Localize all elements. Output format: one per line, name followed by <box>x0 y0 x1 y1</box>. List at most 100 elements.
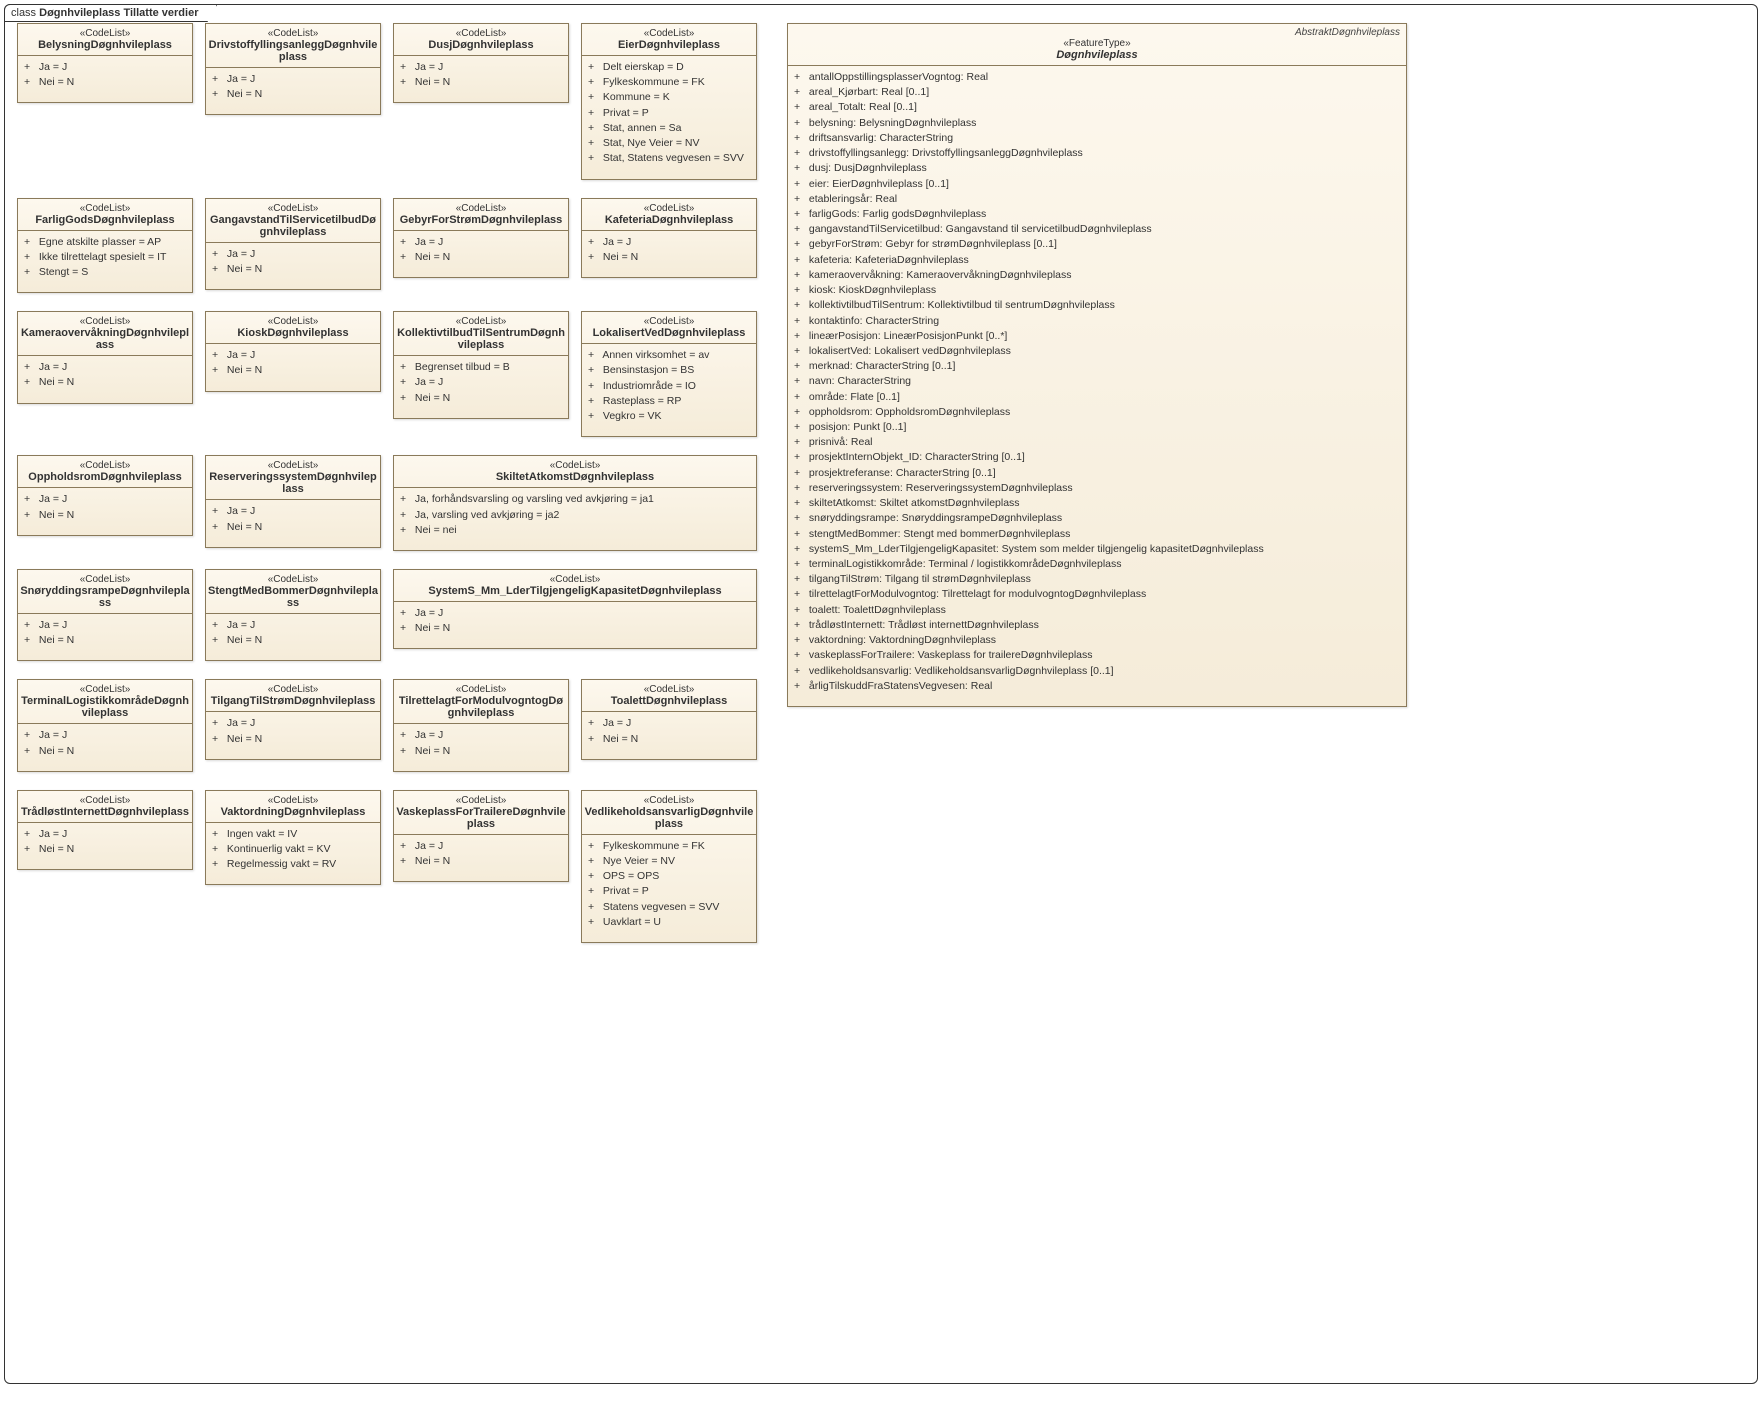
codelist-header: «CodeList»ReserveringssystemDøgnhvilepla… <box>206 456 380 500</box>
codelist-body: Annen virksomhet = avBensinstasjon = BSI… <box>582 344 756 436</box>
codelist-header: «CodeList»DrivstoffyllingsanleggDøgnhvil… <box>206 24 380 68</box>
codelist-box: «CodeList»SnøryddingsrampeDøgnhvileplass… <box>17 569 193 661</box>
class-name: TilgangTilStrømDøgnhvileplass <box>208 695 378 707</box>
stereotype-label: «CodeList» <box>20 684 190 695</box>
codelist-body: Ja = JNei = N <box>206 68 380 114</box>
attribute: Ja = J <box>24 60 186 75</box>
attribute: Ja = J <box>24 618 186 633</box>
feature-attribute: gangavstandTilServicetilbud: Gangavstand… <box>794 222 1400 237</box>
codelist-header: «CodeList»KameraovervåkningDøgnhvileplas… <box>18 312 192 356</box>
codelist-box: «CodeList»TilrettelagtForModulvogntogDøg… <box>393 679 569 771</box>
stereotype-label: «CodeList» <box>208 203 378 214</box>
codelist-box: «CodeList»VaskeplassForTrailereDøgnhvile… <box>393 790 569 882</box>
feature-attribute: driftsansvarlig: CharacterString <box>794 131 1400 146</box>
feature-attribute: eier: EierDøgnhvileplass [0..1] <box>794 177 1400 192</box>
stereotype-label: «CodeList» <box>20 574 190 585</box>
codelist-header: «CodeList»TilgangTilStrømDøgnhvileplass <box>206 680 380 712</box>
class-name: SkiltetAtkomstDøgnhvileplass <box>396 471 754 483</box>
stereotype-label: «CodeList» <box>396 684 566 695</box>
feature-attribute: toalett: ToalettDøgnhvileplass <box>794 603 1400 618</box>
attribute: Nei = N <box>400 854 562 869</box>
feature-attribute: merknad: CharacterString [0..1] <box>794 359 1400 374</box>
codelist-header: «CodeList»TrådløstInternettDøgnhvileplas… <box>18 791 192 823</box>
feature-attribute: lineærPosisjon: LineærPosisjonPunkt [0..… <box>794 329 1400 344</box>
stereotype-label: «CodeList» <box>584 684 754 695</box>
feature-attribute: kafeteria: KafeteriaDøgnhvileplass <box>794 253 1400 268</box>
codelist-box: «CodeList»KollektivtilbudTilSentrumDøgnh… <box>393 311 569 419</box>
feature-attribute: drivstoffyllingsanlegg: Drivstoffyllings… <box>794 146 1400 161</box>
codelist-box: «CodeList»GangavstandTilServicetilbudDøg… <box>205 198 381 290</box>
feature-attribute: posisjon: Punkt [0..1] <box>794 420 1400 435</box>
codelist-box: «CodeList»SystemS_Mm_LderTilgjengeligKap… <box>393 569 757 649</box>
attribute: Nei = N <box>212 520 374 535</box>
attribute: Ja = J <box>400 60 562 75</box>
feature-attribute: stengtMedBommer: Stengt med bommerDøgnhv… <box>794 527 1400 542</box>
codelist-header: «CodeList»LokalisertVedDøgnhvileplass <box>582 312 756 344</box>
stereotype-label: «CodeList» <box>396 203 566 214</box>
codelist-box: «CodeList»LokalisertVedDøgnhvileplassAnn… <box>581 311 757 437</box>
feature-attribute: gebyrForStrøm: Gebyr for strømDøgnhvilep… <box>794 237 1400 252</box>
codelist-header: «CodeList»SnøryddingsrampeDøgnhvileplass <box>18 570 192 614</box>
frame-title-tab: class Døgnhvileplass Tillatte verdier <box>4 4 217 22</box>
feature-attribute: dusj: DusjDøgnhvileplass <box>794 161 1400 176</box>
stereotype-label: «CodeList» <box>20 203 190 214</box>
attribute: Nei = N <box>212 87 374 102</box>
stereotype-label: «CodeList» <box>584 28 754 39</box>
feature-attribute: etableringsår: Real <box>794 192 1400 207</box>
codelist-body: Ja = JNei = N <box>18 614 192 660</box>
attribute: Regelmessig vakt = RV <box>212 857 374 872</box>
class-name: VaktordningDøgnhvileplass <box>208 806 378 818</box>
attribute: Ingen vakt = IV <box>212 827 374 842</box>
attribute: Ja = J <box>24 360 186 375</box>
feature-attribute: vaskeplassForTrailere: Vaskeplass for tr… <box>794 648 1400 663</box>
stereotype-label: «CodeList» <box>396 460 754 471</box>
codelist-header: «CodeList»DusjDøgnhvileplass <box>394 24 568 56</box>
class-name: DrivstoffyllingsanleggDøgnhvileplass <box>208 39 378 63</box>
codelist-header: «CodeList»TerminalLogistikkområdeDøgnhvi… <box>18 680 192 724</box>
feature-attribute: belysning: BelysningDøgnhvileplass <box>794 116 1400 131</box>
codelist-header: «CodeList»VedlikeholdsansvarligDøgnhvile… <box>582 791 756 835</box>
attribute: Ja = J <box>588 235 750 250</box>
codelist-box: «CodeList»SkiltetAtkomstDøgnhvileplass Ja… <box>393 455 757 551</box>
codelist-header: «CodeList»KioskDøgnhvileplass <box>206 312 380 344</box>
codelist-header: «CodeList»StengtMedBommerDøgnhvileplass <box>206 570 380 614</box>
codelist-body: Ja = JNei = N <box>18 488 192 534</box>
class-name: LokalisertVedDøgnhvileplass <box>584 327 754 339</box>
codelist-body: Ja = JNei = N <box>18 56 192 102</box>
attribute: Ja, forhåndsvarsling og varsling ved avk… <box>400 492 750 507</box>
feature-attribute: navn: CharacterString <box>794 374 1400 389</box>
attribute: Nei = N <box>400 621 750 636</box>
attribute: Ja = J <box>24 728 186 743</box>
attribute: Nei = N <box>212 262 374 277</box>
attribute: Ja = J <box>400 728 562 743</box>
class-name: SnøryddingsrampeDøgnhvileplass <box>20 585 190 609</box>
codelist-box: «CodeList»VaktordningDøgnhvileplass Ingen… <box>205 790 381 886</box>
attribute: Kontinuerlig vakt = KV <box>212 842 374 857</box>
diagram-frame: class Døgnhvileplass Tillatte verdier «C… <box>4 4 1758 1384</box>
class-name: VaskeplassForTrailereDøgnhvileplass <box>396 806 566 830</box>
attribute: OPS = OPS <box>588 869 750 884</box>
codelist-body: Ja = JNei = N <box>394 56 568 102</box>
attribute: Nei = N <box>400 75 562 90</box>
feature-body: antallOppstillingsplasserVogntog: Realar… <box>788 66 1406 706</box>
class-name: BelysningDøgnhvileplass <box>20 39 190 51</box>
attribute: Stat, annen = Sa <box>588 121 750 136</box>
feature-attribute: prosjektInternObjekt_ID: CharacterString… <box>794 450 1400 465</box>
codelist-body: Begrenset tilbud = BJa = JNei = N <box>394 356 568 418</box>
codelist-header: «CodeList»VaktordningDøgnhvileplass <box>206 791 380 823</box>
class-name: ReserveringssystemDøgnhvileplass <box>208 471 378 495</box>
feature-attribute: areal_Kjørbart: Real [0..1] <box>794 85 1400 100</box>
codelist-body: Ja = JNei = N <box>582 231 756 277</box>
codelist-box: «CodeList»BelysningDøgnhvileplassJa = JN… <box>17 23 193 103</box>
feature-attribute: kontaktinfo: CharacterString <box>794 314 1400 329</box>
attribute: Egne atskilte plasser = AP <box>24 235 186 250</box>
codelist-body: Ja = JNei = N <box>206 344 380 390</box>
stereotype-label: «CodeList» <box>20 316 190 327</box>
codelist-body: Ja = JNei = N <box>206 712 380 758</box>
attribute: Ja = J <box>24 827 186 842</box>
class-name: OppholdsromDøgnhvileplass <box>20 471 190 483</box>
codelist-body: Ja = JNei = N <box>18 724 192 770</box>
codelist-header: «CodeList»VaskeplassForTrailereDøgnhvile… <box>394 791 568 835</box>
codelist-header: «CodeList»OppholdsromDøgnhvileplass <box>18 456 192 488</box>
feature-attribute: prisnivå: Real <box>794 435 1400 450</box>
